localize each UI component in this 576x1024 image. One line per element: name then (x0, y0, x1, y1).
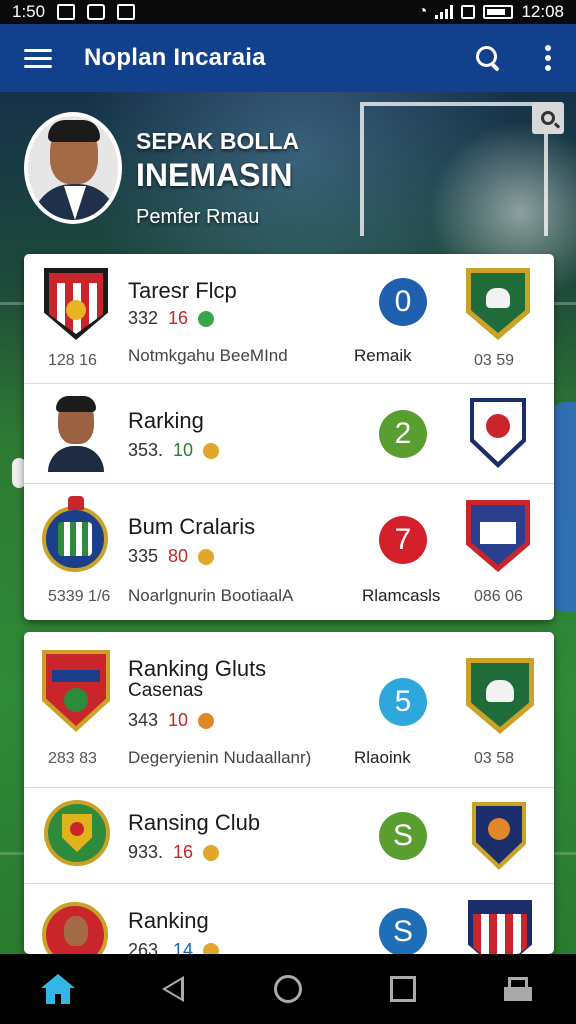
gallery-notification-icon (117, 4, 136, 20)
team-crest-icon (44, 268, 108, 340)
player-avatar (48, 396, 104, 472)
team-name: Taresr Flcp (128, 278, 237, 303)
right-label: Remaik (354, 346, 412, 365)
list-item[interactable]: Ranking 263. 14 S (24, 884, 554, 954)
team-name: Ranking (128, 908, 209, 933)
opponent-crest-icon (466, 500, 530, 572)
ranking-card-2: Ranking Gluts Casenas 343 10 283 83 Dege… (24, 632, 554, 954)
left-number: 128 16 (48, 352, 97, 369)
left-number: 283 83 (48, 750, 97, 767)
list-item[interactable]: Bum Cralaris 335 80 5339 1/6 Noarlgnurin… (24, 484, 554, 620)
score-badge: 0 (379, 278, 427, 326)
share-icon[interactable] (488, 964, 548, 1014)
camera-notification-icon (87, 4, 106, 20)
hero-subtitle: Pemfer Rmau (136, 206, 260, 228)
team-name: Ranking Gluts (128, 656, 267, 681)
opponent-crest-icon (466, 658, 534, 734)
description: Notmkgahu BeeMInd (128, 346, 288, 365)
status-left: 1:50 (12, 2, 136, 22)
score-badge: S (379, 908, 427, 954)
notification-box-icon (461, 5, 476, 19)
menu-icon[interactable] (24, 48, 52, 68)
opponent-crest-icon (468, 900, 532, 954)
description: Degeryienin Nudaallanr) (128, 748, 312, 767)
list-item[interactable]: Ranking Gluts Casenas 343 10 283 83 Dege… (24, 632, 554, 788)
list-item[interactable]: Ransing Club 933. 16 S (24, 788, 554, 884)
team-name: Rarking (128, 408, 204, 433)
team-subname: Casenas (128, 680, 203, 701)
team-name: Ransing Club (128, 810, 261, 835)
status-time-left: 1:50 (12, 2, 46, 21)
points-icon (203, 442, 220, 459)
image-notification-icon (57, 4, 76, 20)
right-number: 03 58 (474, 750, 515, 767)
score-badge: 7 (379, 516, 427, 564)
app-title: Noplan Incaraia (84, 44, 266, 71)
team-stats: 335 80 (128, 546, 215, 567)
ranking-card-1: Taresr Flcp 332 16 128 16 Notmkgahu BeeM… (24, 254, 554, 620)
points-icon (198, 712, 215, 729)
opponent-crest-icon (470, 398, 526, 468)
right-label: Rlamcasls (362, 586, 441, 605)
hero-title-line1: SEPAK BOLLA (136, 128, 300, 154)
team-stats: 933. 16 (128, 842, 220, 863)
points-icon (198, 548, 215, 565)
team-stats: 263. 14 (128, 940, 220, 954)
team-stats: 332 16 (128, 308, 215, 329)
list-item[interactable]: Rarking 353. 10 2 (24, 384, 554, 484)
recents-icon[interactable] (373, 964, 433, 1014)
status-time-right: 12:08 (521, 2, 564, 21)
home-circle-icon[interactable] (258, 964, 318, 1014)
bottom-navigation (0, 954, 576, 1024)
right-number: 03 59 (474, 352, 515, 369)
team-crest-icon (42, 496, 108, 572)
hero-title-line2: INEMASIN (136, 157, 293, 193)
opponent-crest-icon (466, 268, 530, 340)
more-vert-icon[interactable] (544, 45, 552, 71)
right-number: 086 06 (474, 588, 523, 605)
opponent-crest-icon (472, 802, 526, 870)
team-crest-icon (44, 800, 110, 866)
points-icon (198, 310, 215, 327)
points-icon (203, 942, 220, 954)
description: Noarlgnurin BootiaalA (128, 586, 294, 605)
zoom-icon[interactable] (532, 102, 564, 134)
app-bar: Noplan Incaraia (0, 24, 576, 92)
team-name: Bum Cralaris (128, 514, 256, 539)
wifi-icon: ◔ (417, 3, 428, 20)
team-crest-icon (42, 902, 108, 954)
back-icon[interactable] (143, 964, 203, 1014)
team-stats: 343 10 (128, 710, 215, 731)
score-badge: 2 (379, 410, 427, 458)
team-stats: 353. 10 (128, 440, 220, 461)
score-badge: S (379, 812, 427, 860)
score-badge: 5 (379, 678, 427, 726)
status-bar: 1:50 ◔ 12:08 (0, 0, 576, 24)
hero-title: SEPAK BOLLA INEMASIN (136, 128, 299, 194)
signal-icon (435, 5, 454, 19)
home-icon[interactable] (28, 964, 88, 1014)
search-icon[interactable] (474, 44, 502, 72)
team-crest-icon (42, 650, 110, 732)
list-item[interactable]: Taresr Flcp 332 16 128 16 Notmkgahu BeeM… (24, 254, 554, 384)
right-label: Rlaoink (354, 748, 411, 767)
profile-avatar[interactable] (24, 112, 122, 224)
left-number: 5339 1/6 (48, 588, 111, 605)
status-right: ◔ 12:08 (418, 2, 564, 22)
battery-icon (483, 5, 514, 19)
points-icon (203, 844, 220, 861)
